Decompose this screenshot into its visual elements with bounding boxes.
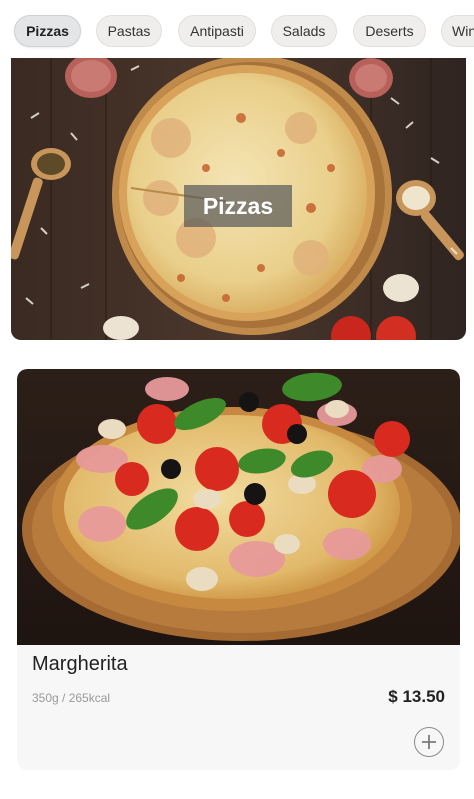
product-meta: 350g / 265kcal	[32, 691, 111, 705]
category-banner[interactable]: Pizzas	[11, 58, 466, 340]
product-image[interactable]	[17, 369, 460, 645]
category-tabs: Pizzas Pastas Antipasti Salads Deserts W…	[0, 0, 474, 62]
tab-antipasti[interactable]: Antipasti	[178, 15, 256, 47]
pizza-image	[17, 369, 460, 645]
tab-pastas[interactable]: Pastas	[96, 15, 162, 47]
add-to-cart-button[interactable]	[414, 727, 444, 757]
banner-title: Pizzas	[184, 185, 292, 227]
tab-salads[interactable]: Salads	[271, 15, 337, 47]
product-name[interactable]: Margherita	[32, 653, 128, 676]
tab-pizzas[interactable]: Pizzas	[14, 15, 81, 47]
tab-deserts[interactable]: Deserts	[353, 15, 426, 47]
product-price: $ 13.50	[388, 687, 445, 706]
plus-icon	[422, 735, 436, 749]
tab-wine[interactable]: Wine	[441, 15, 474, 47]
product-card[interactable]: Margherita 350g / 265kcal $ 13.50	[17, 369, 460, 770]
